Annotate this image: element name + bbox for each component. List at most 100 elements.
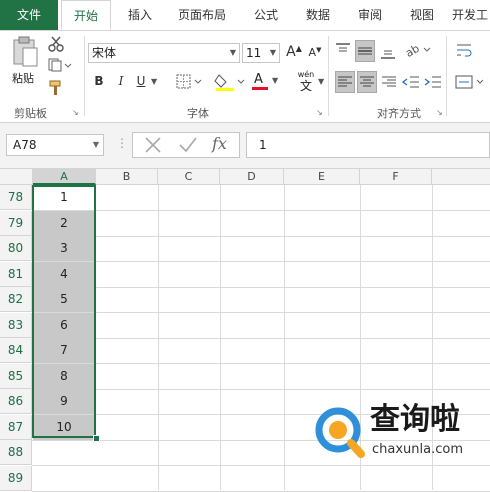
font-launcher-icon[interactable]: ↘ (316, 108, 323, 117)
font-name-dropdown[interactable]: 宋体 ▼ (88, 43, 240, 63)
formula-value: 1 (259, 138, 267, 152)
grow-font-button[interactable]: A▲ (286, 44, 302, 60)
gridline (32, 210, 490, 211)
font-color-button[interactable]: A ▼ (250, 72, 280, 92)
align-left-icon (338, 76, 352, 87)
gridline (32, 389, 490, 390)
align-bottom-icon[interactable] (380, 44, 396, 60)
paste-button[interactable]: 粘贴 (8, 36, 44, 88)
orientation-icon[interactable]: ab (404, 42, 432, 58)
column-header-e[interactable]: E (284, 169, 360, 185)
row-header[interactable]: 85 (0, 364, 32, 389)
format-painter-icon[interactable] (48, 80, 64, 96)
row-header[interactable]: 78 (0, 185, 32, 210)
insert-function-button[interactable]: fx (212, 134, 227, 153)
column-header-d[interactable]: D (220, 169, 284, 185)
wrap-text-icon[interactable] (456, 42, 474, 58)
ribbon-tab-bar: 文件 开始 插入 页面布局 公式 数据 审阅 视图 开发工 (0, 0, 490, 31)
name-box-value: A78 (13, 138, 37, 152)
tab-data[interactable]: 数据 (296, 0, 340, 30)
row-header[interactable]: 83 (0, 313, 32, 338)
font-name-value: 宋体 (92, 46, 117, 60)
gridline (32, 338, 490, 339)
row-header[interactable]: 81 (0, 262, 32, 287)
column-header-f[interactable]: F (360, 169, 432, 185)
phonetic-char: 文 (299, 79, 312, 93)
paste-icon (13, 36, 38, 67)
watermark-url: chaxunla.com (372, 442, 463, 457)
font-size-value: 11 (246, 46, 262, 60)
watermark: 查询啦 chaxunla.com (308, 398, 490, 470)
phonetic-button[interactable]: wén 文 (294, 70, 318, 94)
svg-text:ab: ab (404, 42, 422, 58)
tab-developer[interactable]: 开发工 (452, 0, 490, 30)
search-logo-icon (315, 407, 365, 458)
grow-font-icon: A (286, 44, 296, 60)
group-divider (446, 36, 447, 116)
fill-color-icon[interactable] (214, 72, 246, 92)
cut-icon[interactable] (48, 36, 64, 52)
chevron-down-icon[interactable]: ▼ (151, 77, 157, 86)
row-header[interactable]: 84 (0, 338, 32, 363)
name-box[interactable]: A78 ▼ (6, 134, 104, 156)
increase-indent-icon[interactable] (424, 74, 442, 90)
chevron-down-icon: ▼ (272, 76, 279, 85)
bold-button[interactable]: B (92, 74, 106, 88)
align-middle-icon (358, 47, 372, 55)
formula-input[interactable]: 1 (246, 132, 490, 158)
more-dots-icon: ⋮ (116, 136, 128, 150)
watermark-title: 查询啦 (370, 402, 460, 437)
cancel-icon[interactable] (144, 136, 162, 154)
align-middle-button[interactable] (355, 40, 375, 62)
gridline (32, 261, 490, 262)
cell-a89[interactable] (33, 466, 95, 491)
column-header-b[interactable]: B (96, 169, 158, 185)
font-size-dropdown[interactable]: 11 ▼ (242, 43, 280, 63)
phonetic-top-text: wén (297, 70, 315, 79)
borders-icon[interactable] (176, 74, 204, 90)
tab-home[interactable]: 开始 (61, 0, 111, 30)
shrink-font-button[interactable]: A▼ (307, 46, 323, 59)
font-color-icon: A (254, 72, 263, 87)
tab-file[interactable]: 文件 (0, 0, 58, 30)
align-right-icon[interactable] (381, 74, 397, 90)
row-header[interactable]: 88 (0, 440, 32, 465)
row-header[interactable]: 82 (0, 287, 32, 312)
column-header-c[interactable]: C (158, 169, 220, 185)
tab-formulas[interactable]: 公式 (244, 0, 288, 30)
align-top-icon[interactable] (335, 42, 351, 58)
group-divider (328, 36, 329, 116)
align-center-button[interactable] (357, 71, 377, 93)
gridline (32, 363, 490, 364)
cell-a88[interactable] (33, 440, 95, 465)
row-header[interactable]: 79 (0, 211, 32, 236)
clipboard-launcher-icon[interactable]: ↘ (72, 108, 79, 117)
enter-check-icon[interactable] (178, 136, 198, 154)
select-all-corner[interactable] (0, 169, 33, 185)
chevron-down-icon: ▼ (269, 48, 276, 57)
alignment-group-label: 对齐方式 (377, 107, 421, 120)
decrease-indent-icon[interactable] (402, 74, 420, 90)
row-header[interactable]: 89 (0, 466, 32, 491)
shrink-font-icon: A (308, 46, 317, 59)
copy-icon[interactable] (48, 58, 72, 72)
tab-view[interactable]: 视图 (400, 0, 444, 30)
paste-label: 粘贴 (12, 72, 34, 85)
row-header[interactable]: 87 (0, 415, 32, 440)
alignment-launcher-icon[interactable]: ↘ (436, 108, 443, 117)
chevron-down-icon[interactable]: ▼ (318, 77, 324, 86)
fill-handle[interactable] (93, 435, 100, 442)
column-header-g[interactable] (432, 169, 490, 185)
tab-review[interactable]: 审阅 (348, 0, 392, 30)
italic-button[interactable]: I (114, 74, 128, 88)
group-divider (84, 36, 85, 116)
merge-center-icon[interactable] (455, 74, 485, 90)
tab-insert[interactable]: 插入 (118, 0, 162, 30)
underline-button[interactable]: U (134, 74, 148, 88)
column-header-a[interactable]: A (33, 169, 96, 185)
row-header[interactable]: 86 (0, 389, 32, 414)
row-header[interactable]: 80 (0, 236, 32, 261)
tab-page-layout[interactable]: 页面布局 (170, 0, 234, 30)
align-left-button[interactable] (335, 71, 355, 93)
chevron-down-icon: ▼ (229, 48, 236, 57)
